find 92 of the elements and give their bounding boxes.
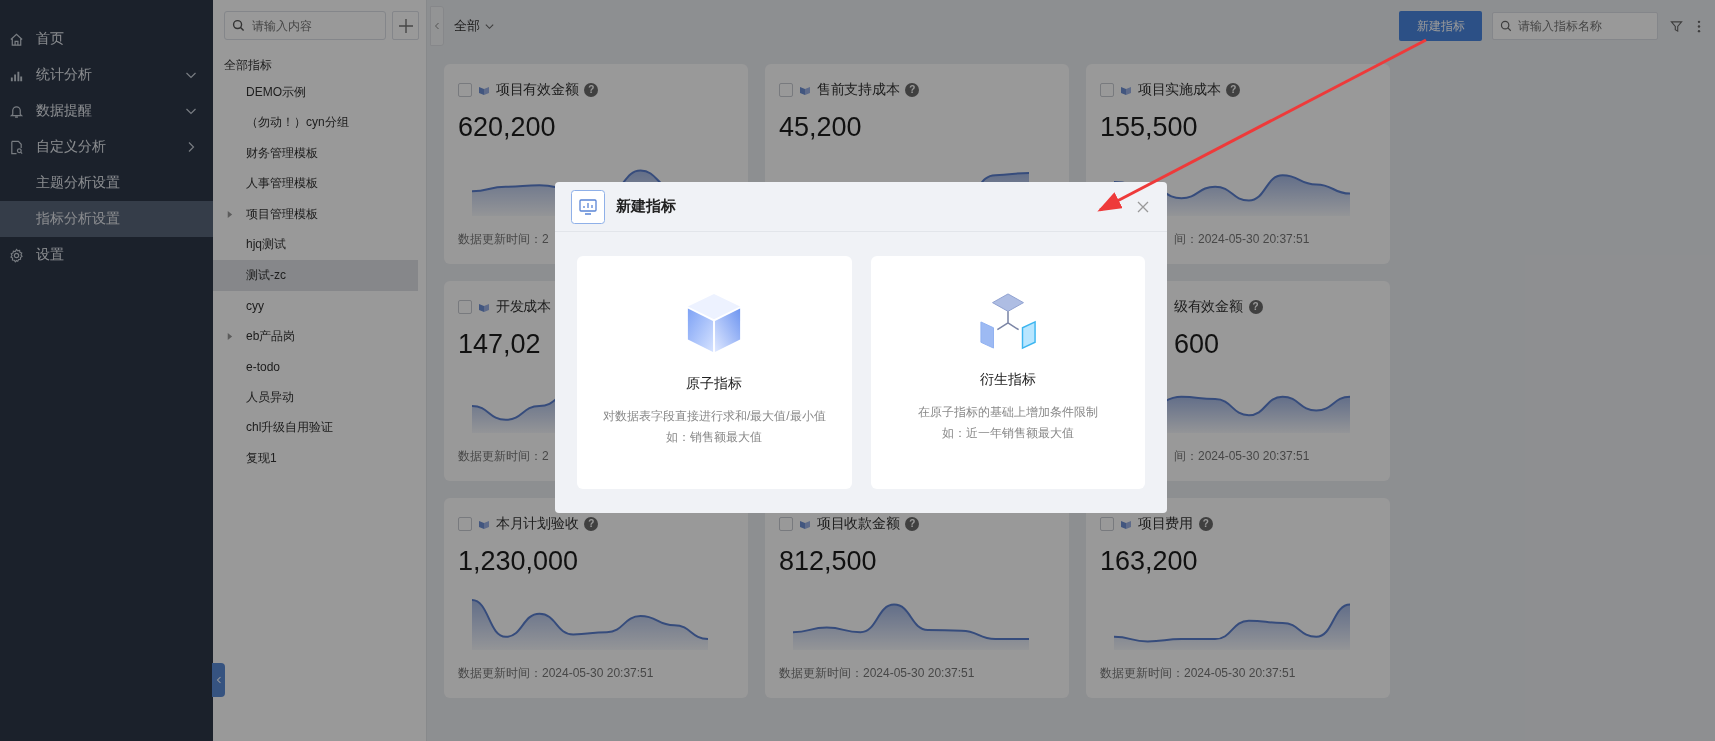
- tree-item[interactable]: （勿动！）cyn分组: [213, 107, 418, 138]
- tree-item[interactable]: eb产品岗: [213, 321, 418, 352]
- plus-icon[interactable]: [397, 17, 414, 34]
- update-time: 数据更新时间：2: [458, 448, 549, 465]
- metric-value: 1,230,000: [458, 545, 579, 578]
- help-badge[interactable]: ?: [1226, 83, 1241, 97]
- sidebar-item[interactable]: 首页: [0, 21, 213, 57]
- search-icon: [232, 19, 245, 32]
- tree-item[interactable]: DEMO示例: [213, 77, 418, 108]
- chevron-left-icon[interactable]: [434, 22, 440, 30]
- sidebar-item[interactable]: 指标分析设置: [0, 201, 213, 237]
- search-icon: [1500, 20, 1512, 32]
- card-title: 项目有效金额: [496, 81, 579, 99]
- cube-icon: [799, 84, 811, 96]
- card-title: 项目实施成本: [1138, 81, 1221, 99]
- dialog-title: 新建指标: [616, 197, 677, 216]
- update-time: 间：2024-05-30 20:37:51: [1174, 231, 1310, 248]
- checkbox[interactable]: [458, 83, 472, 97]
- option-description: 如：近一年销售额最大值: [941, 425, 1074, 442]
- help-badge[interactable]: ?: [584, 83, 599, 97]
- help-badge[interactable]: ?: [1198, 517, 1213, 531]
- update-time: 数据更新时间：2024-05-30 20:37:51: [779, 665, 975, 682]
- card-title: 级有效金额: [1174, 298, 1243, 316]
- option-title: 原子指标: [686, 375, 743, 393]
- option-description: 在原子指标的基础上增加条件限制: [917, 404, 1098, 421]
- card-title: 项目收款金额: [817, 515, 900, 533]
- sidebar-item[interactable]: 统计分析: [0, 57, 213, 93]
- checkbox[interactable]: [779, 517, 793, 531]
- tree-item[interactable]: cyy: [213, 290, 418, 321]
- metric-value: 600: [1174, 328, 1220, 361]
- update-time: 数据更新时间：2024-05-30 20:37:51: [1100, 665, 1296, 682]
- tree-item[interactable]: 人事管理模板: [213, 168, 418, 199]
- help-badge[interactable]: ?: [905, 517, 920, 531]
- metric-value: 45,200: [779, 111, 862, 144]
- cube-icon: [478, 301, 490, 313]
- card-title: 售前支持成本: [817, 81, 900, 99]
- tree-item[interactable]: 人员异动: [213, 382, 418, 413]
- collapse-button[interactable]: [430, 6, 444, 46]
- search-field[interactable]: 请输入内容: [224, 11, 386, 40]
- cube-icon: [478, 518, 490, 530]
- option-card[interactable]: 原子指标 对数据表字段直接进行求和/最大值/最小值 如：销售额最大值: [577, 256, 852, 489]
- new-metric-button[interactable]: 新建指标: [1399, 11, 1482, 41]
- option-title: 衍生指标: [979, 371, 1036, 389]
- tree-item[interactable]: 全部指标: [224, 53, 272, 77]
- search-field[interactable]: 请输入指标名称: [1492, 12, 1658, 40]
- settings-icon: [9, 247, 24, 263]
- tree-item[interactable]: 复现1: [213, 443, 418, 474]
- card-title: 项目费用: [1138, 515, 1193, 533]
- tree-item[interactable]: 财务管理模板: [213, 138, 418, 169]
- checkbox[interactable]: [1100, 83, 1114, 97]
- checkbox[interactable]: [458, 300, 472, 314]
- cube-icon: [799, 518, 811, 530]
- tree-item[interactable]: hjq测试: [213, 229, 418, 260]
- update-time: 数据更新时间：2: [458, 231, 549, 248]
- tree-item[interactable]: 测试-zc: [213, 260, 418, 291]
- help-badge[interactable]: ?: [1248, 300, 1263, 314]
- sidebar-item[interactable]: 设置: [0, 237, 213, 273]
- scope-dropdown[interactable]: 全部: [454, 17, 495, 35]
- metric-value: 620,200: [458, 111, 556, 144]
- cube-icon: [478, 84, 490, 96]
- monitor-icon: [571, 189, 605, 224]
- option-description: 对数据表字段直接进行求和/最大值/最小值: [602, 408, 826, 425]
- tree-item[interactable]: chl升级自用验证: [213, 412, 418, 443]
- bell-icon: [9, 103, 24, 119]
- help-badge[interactable]: ?: [905, 83, 920, 97]
- metric-value: 163,200: [1100, 545, 1198, 578]
- cube-icon: [1120, 518, 1132, 530]
- card-title: 开发成本: [496, 298, 551, 316]
- option-card[interactable]: 衍生指标 在原子指标的基础上增加条件限制 如：近一年销售额最大值: [870, 256, 1145, 489]
- checkbox[interactable]: [779, 83, 793, 97]
- add-button[interactable]: [392, 11, 419, 40]
- checkbox[interactable]: [458, 517, 472, 531]
- card-title: 本月计划验收: [496, 515, 579, 533]
- cube-icon: [1120, 84, 1132, 96]
- collapse-button[interactable]: [212, 663, 225, 697]
- caret-right-icon[interactable]: [226, 210, 233, 218]
- document-search-icon: [9, 139, 24, 155]
- update-time: 数据更新时间：2024-05-30 20:37:51: [458, 665, 654, 682]
- metric-value: 812,500: [779, 545, 877, 578]
- tree-item[interactable]: e-todo: [213, 351, 418, 382]
- checkbox[interactable]: [1100, 517, 1114, 531]
- sidebar-item[interactable]: 主题分析设置: [0, 165, 213, 201]
- help-badge[interactable]: ?: [584, 517, 599, 531]
- metric-value: 155,500: [1100, 111, 1198, 144]
- update-time: 间：2024-05-30 20:37:51: [1174, 448, 1310, 465]
- tree-item[interactable]: 项目管理模板: [213, 199, 418, 230]
- home-icon: [9, 31, 24, 47]
- sidebar-item[interactable]: 自定义分析: [0, 129, 213, 165]
- metric-value: 147,02: [458, 328, 541, 361]
- sidebar-item[interactable]: 数据提醒: [0, 93, 213, 129]
- option-description: 如：销售额最大值: [666, 429, 763, 446]
- caret-right-icon[interactable]: [226, 332, 233, 340]
